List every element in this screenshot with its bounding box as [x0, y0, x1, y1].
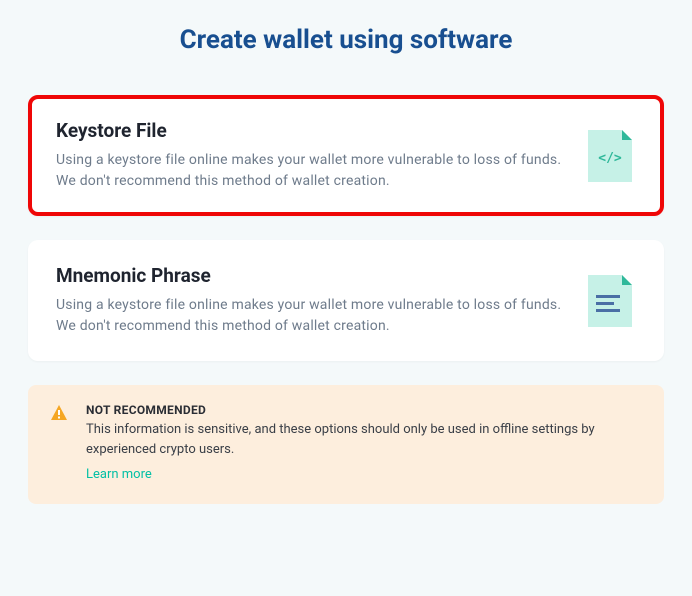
option-mnemonic-phrase[interactable]: Mnemonic Phrase Using a keystore file on… [28, 240, 664, 361]
page-title: Create wallet using software [28, 25, 664, 55]
learn-more-link[interactable]: Learn more [86, 467, 152, 482]
warning-text: This information is sensitive, and these… [86, 420, 642, 459]
warning-title: NOT RECOMMENDED [86, 403, 642, 417]
option-description: Using a keystore file online makes your … [56, 150, 564, 192]
keystore-file-icon: </> [584, 128, 636, 184]
svg-text:</>: </> [598, 151, 622, 166]
mnemonic-file-icon [584, 273, 636, 329]
option-title: Keystore File [56, 119, 564, 142]
warning-content: NOT RECOMMENDED This information is sens… [86, 403, 642, 482]
option-description: Using a keystore file online makes your … [56, 295, 564, 337]
option-keystore-file[interactable]: Keystore File Using a keystore file onli… [28, 95, 664, 216]
warning-box: NOT RECOMMENDED This information is sens… [28, 385, 664, 504]
warning-triangle-icon [50, 404, 68, 422]
option-text-block: Mnemonic Phrase Using a keystore file on… [56, 264, 564, 337]
option-title: Mnemonic Phrase [56, 264, 564, 287]
option-text-block: Keystore File Using a keystore file onli… [56, 119, 564, 192]
